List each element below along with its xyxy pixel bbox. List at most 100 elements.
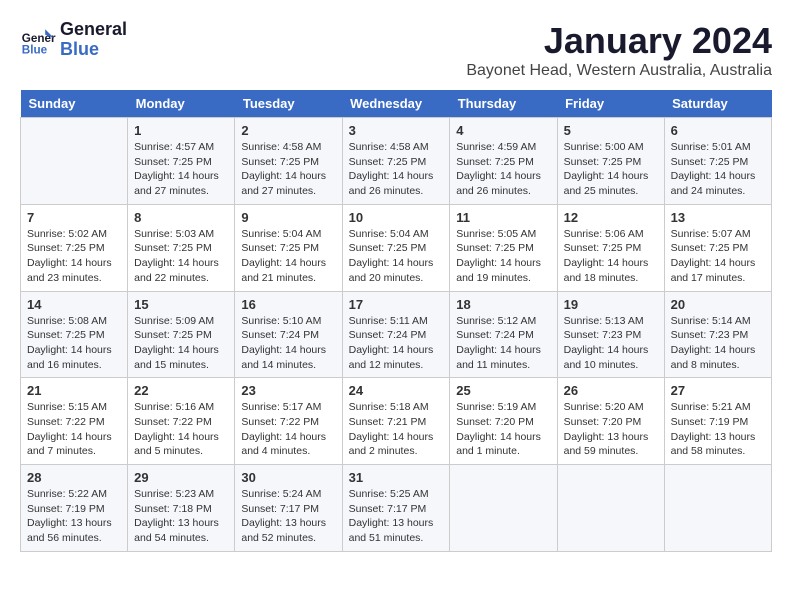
day-number: 13 [671, 210, 765, 225]
day-info: Sunrise: 5:12 AM Sunset: 7:24 PM Dayligh… [456, 314, 550, 373]
calendar-cell: 25 Sunrise: 5:19 AM Sunset: 7:20 PM Dayli… [450, 378, 557, 465]
calendar-cell: 2Sunrise: 4:58 AM Sunset: 7:25 PM Daylig… [235, 118, 342, 205]
calendar-header-row: SundayMondayTuesdayWednesdayThursdayFrid… [21, 90, 772, 118]
day-info: Sunrise: 5:14 AM Sunset: 7:23 PM Dayligh… [671, 314, 765, 373]
svg-text:Blue: Blue [22, 43, 48, 56]
header-day-wednesday: Wednesday [342, 90, 450, 118]
calendar-cell: 1Sunrise: 4:57 AM Sunset: 7:25 PM Daylig… [128, 118, 235, 205]
day-info: Sunrise: 4:59 AM Sunset: 7:25 PM Dayligh… [456, 140, 550, 199]
calendar-cell: 22Sunrise: 5:16 AM Sunset: 7:22 PM Dayli… [128, 378, 235, 465]
header-day-friday: Friday [557, 90, 664, 118]
day-number: 16 [241, 297, 335, 312]
day-number: 18 [456, 297, 550, 312]
calendar-cell: 19 Sunrise: 5:13 AM Sunset: 7:23 PM Dayli… [557, 291, 664, 378]
calendar-cell: 21Sunrise: 5:15 AM Sunset: 7:22 PM Dayli… [21, 378, 128, 465]
calendar-cell: 16 Sunrise: 5:10 AM Sunset: 7:24 PM Dayli… [235, 291, 342, 378]
calendar-cell: 3 Sunrise: 4:58 AM Sunset: 7:25 PM Daylig… [342, 118, 450, 205]
header-day-monday: Monday [128, 90, 235, 118]
day-number: 2 [241, 123, 335, 138]
day-number: 19 [564, 297, 658, 312]
calendar-cell: 29 Sunrise: 5:23 AM Sunset: 7:18 PM Dayli… [128, 465, 235, 552]
day-info: Sunrise: 5:19 AM Sunset: 7:20 PM Dayligh… [456, 400, 550, 459]
day-number: 24 [349, 383, 444, 398]
day-number: 3 [349, 123, 444, 138]
day-info: Sunrise: 5:17 AM Sunset: 7:22 PM Dayligh… [241, 400, 335, 459]
day-number: 12 [564, 210, 658, 225]
month-title: January 2024 [466, 20, 772, 62]
calendar-week-row: 21Sunrise: 5:15 AM Sunset: 7:22 PM Dayli… [21, 378, 772, 465]
calendar-cell: 11Sunrise: 5:05 AM Sunset: 7:25 PM Dayli… [450, 204, 557, 291]
header-day-saturday: Saturday [664, 90, 771, 118]
day-number: 17 [349, 297, 444, 312]
day-number: 15 [134, 297, 228, 312]
day-number: 1 [134, 123, 228, 138]
day-info: Sunrise: 5:25 AM Sunset: 7:17 PM Dayligh… [349, 487, 444, 546]
day-info: Sunrise: 5:15 AM Sunset: 7:22 PM Dayligh… [27, 400, 121, 459]
day-number: 8 [134, 210, 228, 225]
header-day-tuesday: Tuesday [235, 90, 342, 118]
day-number: 31 [349, 470, 444, 485]
title-block: January 2024 Bayonet Head, Western Austr… [466, 20, 772, 80]
logo: General Blue General Blue [20, 20, 127, 60]
calendar-cell: 14 Sunrise: 5:08 AM Sunset: 7:25 PM Dayli… [21, 291, 128, 378]
day-info: Sunrise: 5:10 AM Sunset: 7:24 PM Dayligh… [241, 314, 335, 373]
calendar-cell: 8Sunrise: 5:03 AM Sunset: 7:25 PM Daylig… [128, 204, 235, 291]
logo-line1: General [60, 20, 127, 40]
calendar-cell: 6Sunrise: 5:01 AM Sunset: 7:25 PM Daylig… [664, 118, 771, 205]
calendar-cell: 31 Sunrise: 5:25 AM Sunset: 7:17 PM Dayli… [342, 465, 450, 552]
calendar-cell: 27 Sunrise: 5:21 AM Sunset: 7:19 PM Dayli… [664, 378, 771, 465]
day-number: 7 [27, 210, 121, 225]
calendar-cell [557, 465, 664, 552]
location-title: Bayonet Head, Western Australia, Austral… [466, 62, 772, 80]
calendar-week-row: 14 Sunrise: 5:08 AM Sunset: 7:25 PM Dayli… [21, 291, 772, 378]
calendar-cell: 20Sunrise: 5:14 AM Sunset: 7:23 PM Dayli… [664, 291, 771, 378]
calendar-week-row: 7 Sunrise: 5:02 AM Sunset: 7:25 PM Daylig… [21, 204, 772, 291]
day-info: Sunrise: 5:04 AM Sunset: 7:25 PM Dayligh… [241, 227, 335, 286]
header-day-sunday: Sunday [21, 90, 128, 118]
calendar-cell: 18 Sunrise: 5:12 AM Sunset: 7:24 PM Dayli… [450, 291, 557, 378]
day-number: 28 [27, 470, 121, 485]
day-number: 30 [241, 470, 335, 485]
day-number: 5 [564, 123, 658, 138]
calendar-cell: 24Sunrise: 5:18 AM Sunset: 7:21 PM Dayli… [342, 378, 450, 465]
day-number: 26 [564, 383, 658, 398]
calendar-cell: 30 Sunrise: 5:24 AM Sunset: 7:17 PM Dayli… [235, 465, 342, 552]
day-info: Sunrise: 5:16 AM Sunset: 7:22 PM Dayligh… [134, 400, 228, 459]
day-number: 10 [349, 210, 444, 225]
calendar-table: SundayMondayTuesdayWednesdayThursdayFrid… [20, 90, 772, 552]
day-number: 9 [241, 210, 335, 225]
calendar-cell: 10 Sunrise: 5:04 AM Sunset: 7:25 PM Dayli… [342, 204, 450, 291]
calendar-week-row: 1Sunrise: 4:57 AM Sunset: 7:25 PM Daylig… [21, 118, 772, 205]
day-number: 14 [27, 297, 121, 312]
page-header: General Blue General Blue January 2024 B… [20, 20, 772, 80]
day-info: Sunrise: 5:04 AM Sunset: 7:25 PM Dayligh… [349, 227, 444, 286]
day-info: Sunrise: 5:09 AM Sunset: 7:25 PM Dayligh… [134, 314, 228, 373]
calendar-cell: 12 Sunrise: 5:06 AM Sunset: 7:25 PM Dayli… [557, 204, 664, 291]
day-info: Sunrise: 5:21 AM Sunset: 7:19 PM Dayligh… [671, 400, 765, 459]
logo-line2: Blue [60, 40, 127, 60]
calendar-week-row: 28Sunrise: 5:22 AM Sunset: 7:19 PM Dayli… [21, 465, 772, 552]
day-number: 29 [134, 470, 228, 485]
day-info: Sunrise: 5:07 AM Sunset: 7:25 PM Dayligh… [671, 227, 765, 286]
day-number: 23 [241, 383, 335, 398]
day-number: 11 [456, 210, 550, 225]
logo-icon: General Blue [20, 22, 56, 58]
calendar-cell: 15 Sunrise: 5:09 AM Sunset: 7:25 PM Dayli… [128, 291, 235, 378]
day-info: Sunrise: 5:24 AM Sunset: 7:17 PM Dayligh… [241, 487, 335, 546]
calendar-cell: 28Sunrise: 5:22 AM Sunset: 7:19 PM Dayli… [21, 465, 128, 552]
calendar-cell: 13 Sunrise: 5:07 AM Sunset: 7:25 PM Dayli… [664, 204, 771, 291]
calendar-cell: 4Sunrise: 4:59 AM Sunset: 7:25 PM Daylig… [450, 118, 557, 205]
day-info: Sunrise: 5:01 AM Sunset: 7:25 PM Dayligh… [671, 140, 765, 199]
calendar-cell: 23 Sunrise: 5:17 AM Sunset: 7:22 PM Dayli… [235, 378, 342, 465]
day-info: Sunrise: 5:13 AM Sunset: 7:23 PM Dayligh… [564, 314, 658, 373]
day-number: 25 [456, 383, 550, 398]
day-info: Sunrise: 5:02 AM Sunset: 7:25 PM Dayligh… [27, 227, 121, 286]
calendar-cell: 9 Sunrise: 5:04 AM Sunset: 7:25 PM Daylig… [235, 204, 342, 291]
day-info: Sunrise: 5:08 AM Sunset: 7:25 PM Dayligh… [27, 314, 121, 373]
day-number: 27 [671, 383, 765, 398]
day-info: Sunrise: 5:06 AM Sunset: 7:25 PM Dayligh… [564, 227, 658, 286]
day-info: Sunrise: 4:58 AM Sunset: 7:25 PM Dayligh… [349, 140, 444, 199]
day-info: Sunrise: 5:23 AM Sunset: 7:18 PM Dayligh… [134, 487, 228, 546]
calendar-cell [450, 465, 557, 552]
header-day-thursday: Thursday [450, 90, 557, 118]
